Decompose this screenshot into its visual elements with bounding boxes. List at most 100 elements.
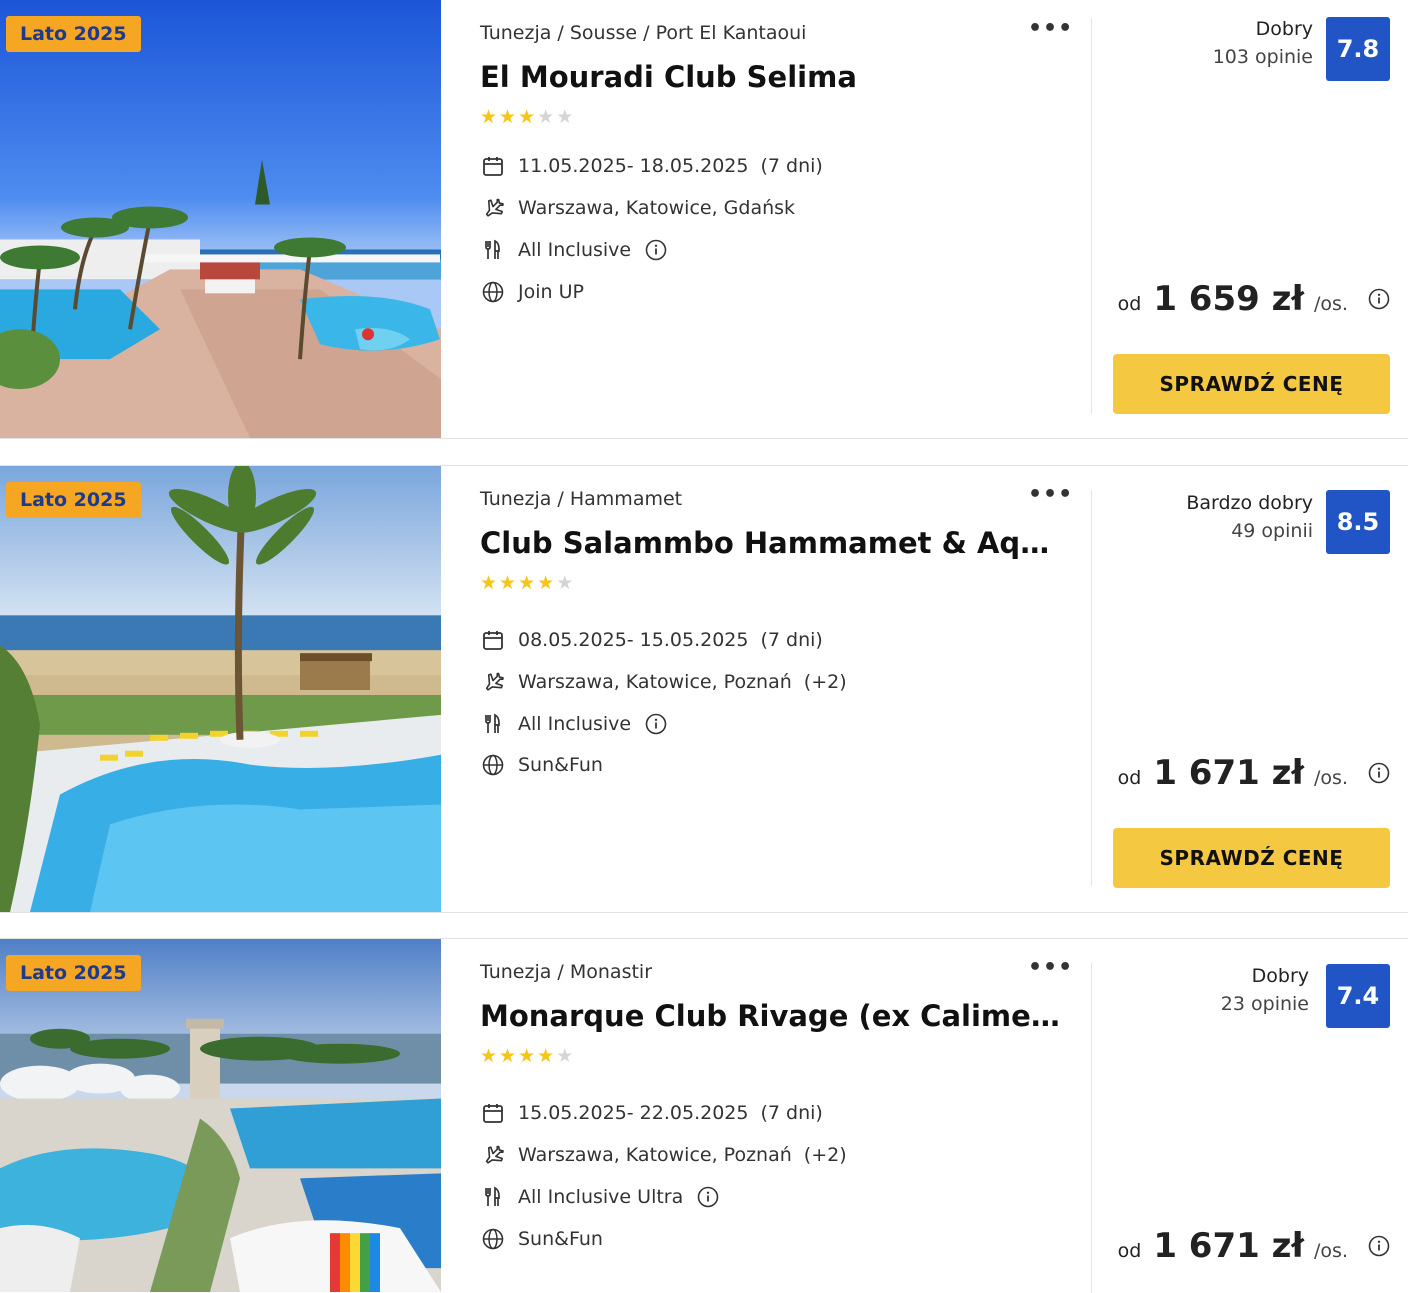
rating-score: 7.8 (1326, 17, 1390, 81)
price-unit: /os. (1314, 767, 1348, 789)
cutlery-icon (480, 711, 506, 737)
info-circle-icon[interactable] (645, 239, 667, 261)
divider (1091, 963, 1092, 1293)
hotel-name[interactable]: Club Salammbo Hammamet & Aqua Park (480, 526, 1065, 560)
hotel-photo[interactable]: Lato 2025 (0, 466, 441, 912)
calendar-icon (480, 1100, 506, 1126)
organizer-row: Sun&Fun (480, 1225, 603, 1253)
board-text: All Inclusive Ultra (518, 1186, 684, 1208)
airports-text: Warszawa, Katowice, Poznań (518, 1144, 792, 1166)
airports-text: Warszawa, Katowice, Gdańsk (518, 197, 796, 219)
board-text: All Inclusive (518, 713, 632, 735)
price-unit: /os. (1314, 293, 1348, 315)
globe-icon (480, 279, 506, 305)
info-circle-icon[interactable] (645, 713, 667, 735)
star-icon: ★ (499, 106, 519, 128)
plane-icon (480, 669, 506, 695)
globe-icon (480, 1226, 506, 1252)
globe-icon (480, 752, 506, 778)
duration-text: (7 dni) (760, 629, 823, 651)
organizer-text: Sun&Fun (518, 1228, 603, 1250)
dates-row: 15.05.2025- 22.05.2025 (7 dni) (480, 1099, 823, 1127)
organizer-text: Join UP (518, 281, 584, 303)
star-icon: ★ (499, 572, 519, 594)
star-icon: ★ (518, 1045, 538, 1067)
price-prefix: od (1117, 1240, 1142, 1262)
hotel-photo[interactable]: Lato 2025 (0, 939, 441, 1292)
info-circle-icon[interactable] (697, 1186, 719, 1208)
organizer-text: Sun&Fun (518, 754, 603, 776)
location-breadcrumb[interactable]: Tunezja / Sousse / Port El Kantaoui (480, 22, 806, 44)
dates-text: 11.05.2025- 18.05.2025 (518, 155, 749, 177)
more-horizontal-icon[interactable]: ••• (1028, 484, 1072, 508)
info-circle-icon[interactable] (1368, 1235, 1390, 1257)
star-icon: ★ (499, 1045, 519, 1067)
rating-summary: Bardzo dobry 49 opinii (1186, 492, 1313, 542)
cutlery-icon (480, 237, 506, 263)
board-row: All Inclusive (480, 236, 667, 264)
board-row: All Inclusive Ultra (480, 1183, 719, 1211)
dates-row: 08.05.2025- 15.05.2025 (7 dni) (480, 626, 823, 654)
airports-row: Warszawa, Katowice, Poznań (+2) (480, 1141, 847, 1169)
location-breadcrumb[interactable]: Tunezja / Hammamet (480, 488, 682, 510)
heart-outline-icon[interactable] (376, 14, 416, 52)
star-icon: ★ (556, 1045, 576, 1067)
reviews-count[interactable]: 103 opinie (1213, 46, 1313, 68)
star-icon: ★ (556, 106, 576, 128)
heart-outline-icon[interactable] (376, 480, 416, 518)
star-icon: ★ (537, 1045, 557, 1067)
season-badge: Lato 2025 (6, 482, 141, 518)
info-circle-icon[interactable] (1368, 288, 1390, 310)
star-icon: ★ (480, 106, 500, 128)
dates-row: 11.05.2025- 18.05.2025 (7 dni) (480, 152, 823, 180)
price-block: od 1 671 zł /os. (1118, 753, 1390, 793)
reviews-count[interactable]: 49 opinii (1186, 520, 1313, 542)
hotel-name[interactable]: El Mouradi Club Selima (480, 60, 1065, 94)
price-amount: 1 671 zł (1153, 1226, 1305, 1266)
cutlery-icon (480, 1184, 506, 1210)
heart-outline-icon[interactable] (376, 953, 416, 991)
duration-text: (7 dni) (760, 1102, 823, 1124)
check-price-button[interactable]: SPRAWDŹ CENĘ (1113, 354, 1390, 414)
plane-icon (480, 1142, 506, 1168)
more-horizontal-icon[interactable]: ••• (1028, 18, 1072, 42)
star-icon: ★ (518, 572, 538, 594)
organizer-row: Sun&Fun (480, 751, 603, 779)
plane-icon (480, 195, 506, 221)
calendar-icon (480, 153, 506, 179)
rating-label: Dobry (1251, 965, 1309, 987)
divider (1091, 18, 1092, 414)
star-icon: ★ (480, 1045, 500, 1067)
rating-score: 7.4 (1326, 964, 1390, 1028)
more-horizontal-icon[interactable]: ••• (1028, 957, 1072, 981)
offer-card[interactable]: Lato 2025 Tunezja / Sousse / Port El Kan… (0, 0, 1408, 439)
hotel-photo[interactable]: Lato 2025 (0, 0, 441, 438)
star-icon: ★ (556, 572, 576, 594)
price-amount: 1 659 zł (1153, 279, 1305, 319)
rating-label: Bardzo dobry (1186, 492, 1313, 514)
info-circle-icon[interactable] (1368, 762, 1390, 784)
airports-more[interactable]: (+2) (804, 1144, 847, 1166)
rating-summary: Dobry 23 opinie (1221, 965, 1309, 1015)
price-block: od 1 659 zł /os. (1118, 279, 1390, 319)
airports-more[interactable]: (+2) (804, 671, 847, 693)
offer-card[interactable]: Lato 2025 Tunezja / Monastir ••• Monarqu… (0, 938, 1408, 1293)
price-amount: 1 671 zł (1153, 753, 1305, 793)
airports-row: Warszawa, Katowice, Poznań (+2) (480, 668, 847, 696)
check-price-button[interactable]: SPRAWDŹ CENĘ (1113, 828, 1390, 888)
star-icon: ★ (537, 572, 557, 594)
hotel-stars: ★★★★★ (480, 572, 576, 594)
location-breadcrumb[interactable]: Tunezja / Monastir (480, 961, 652, 983)
board-text: All Inclusive (518, 239, 632, 261)
airports-text: Warszawa, Katowice, Poznań (518, 671, 792, 693)
hotel-name[interactable]: Monarque Club Rivage (ex Calimera) (480, 999, 1065, 1033)
hotel-stars: ★★★★★ (480, 106, 576, 128)
star-icon: ★ (518, 106, 538, 128)
season-badge: Lato 2025 (6, 955, 141, 991)
organizer-row: Join UP (480, 278, 584, 306)
rating-label: Dobry (1255, 18, 1313, 40)
reviews-count[interactable]: 23 opinie (1221, 993, 1309, 1015)
duration-text: (7 dni) (760, 155, 823, 177)
offer-card[interactable]: Lato 2025 Tunezja / Hammamet ••• Club Sa… (0, 465, 1408, 913)
hotel-stars: ★★★★★ (480, 1045, 576, 1067)
